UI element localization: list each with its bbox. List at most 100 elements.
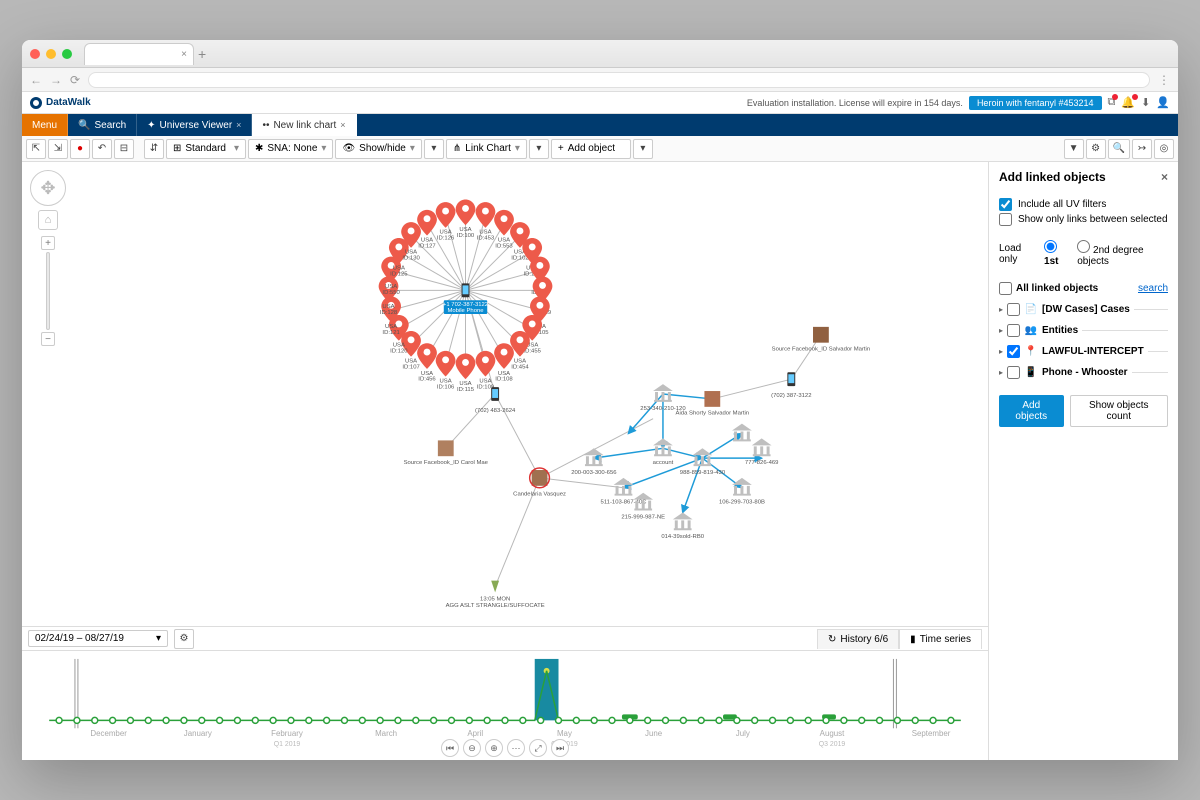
svg-text:Candelaria Vasquez: Candelaria Vasquez [513,492,566,498]
all-linked-row[interactable]: All linked objects search [999,279,1168,299]
case-node[interactable]: 13:05 MONAGG ASLT STRANGLE/SUFFOCATE [446,581,545,610]
intercept-pin[interactable]: USAID:456 [417,343,437,383]
date-range-picker[interactable]: 02/24/19 – 08/27/19▾ [28,630,168,647]
tl-zoomin-button[interactable]: ⊕ [485,739,503,757]
redo-button[interactable]: ⊟ [114,139,134,159]
minimize-window-icon[interactable] [46,49,56,59]
view-select[interactable]: ⋔Link Chart▾ [446,139,527,159]
cat-lawful-intercept[interactable]: ▸📍LAWFUL-INTERCEPT [999,341,1168,362]
universe-viewer-tab[interactable]: ✦Universe Viewer× [137,114,252,136]
link-chart-canvas[interactable]: ⌂ + − [22,162,988,626]
notifications-icon[interactable]: 🔔 [1121,96,1135,109]
main-menu-bar: Menu 🔍Search ✦Universe Viewer× ••New lin… [22,114,1178,136]
plus-icon: + [558,143,564,154]
phone-node[interactable]: (702) 483-2624 [475,387,516,414]
intercept-pin[interactable]: USAID:128 [379,277,399,317]
target-button[interactable]: ◎ [1154,139,1174,159]
export-button[interactable]: ⇱ [26,139,46,159]
close-window-icon[interactable] [30,49,40,59]
sna-select[interactable]: ✱SNA: None▾ [248,139,333,159]
svg-text:ID:128: ID:128 [380,310,398,316]
search-link[interactable]: search [1138,283,1168,294]
svg-text:215-999-987-NE: 215-999-987-NE [621,514,665,520]
cat-entities[interactable]: ▸👥Entities [999,320,1168,341]
search-icon: 🔍 [78,120,90,131]
add-object-button[interactable]: +Add object [551,139,631,159]
date-settings-button[interactable]: ⚙ [174,629,194,649]
person-node[interactable]: Source Facebook_ID Carol Mae [404,440,489,466]
phone-node[interactable]: (702) 387-3122 [771,372,811,399]
tl-last-button[interactable]: ⏭ [551,739,569,757]
caret-icon: ▸ [999,326,1003,335]
browser-menu-icon[interactable]: ⋮ [1158,73,1170,87]
degree-2-radio[interactable]: 2nd degree objects [1077,240,1168,267]
find-button[interactable]: 🔍 [1108,139,1130,159]
close-panel-icon[interactable]: × [1161,170,1168,184]
copy-icon[interactable]: ⧉ [1108,96,1116,109]
brand-bar: DataWalk Evaluation installation. Licens… [22,92,1178,114]
showhide-select[interactable]: 👁Show/hide▾ [335,139,421,159]
person-node[interactable]: Candelaria Vasquez [513,468,566,498]
tl-fit-button[interactable]: ⤢ [529,739,547,757]
address-bar[interactable] [88,72,1150,88]
hierarchy-button[interactable]: ⇵ [144,139,164,159]
view-dd[interactable]: ▾ [529,139,549,159]
context-badge[interactable]: Heroin with fentanyl #453214 [969,96,1102,110]
universe-icon: ✦ [147,120,155,131]
expand-button[interactable]: ↣ [1132,139,1152,159]
tl-zoomout-button[interactable]: ⊖ [463,739,481,757]
close-icon[interactable]: × [340,120,345,130]
intercept-pin[interactable]: USAID:108 [494,343,514,383]
intercept-pin[interactable]: USAID:115 [456,354,476,394]
import-button[interactable]: ⇲ [48,139,68,159]
tl-more-button[interactable]: ⋯ [507,739,525,757]
settings-button[interactable]: ⚙ [1086,139,1106,159]
reload-icon[interactable]: ⟳ [70,73,80,87]
intercept-pin[interactable]: USAID:453 [476,202,496,242]
show-only-links-checkbox[interactable]: Show only links between selected [999,213,1168,226]
window-titlebar: × + [22,40,1178,68]
svg-text:ID:121: ID:121 [382,330,399,336]
cat-cases[interactable]: ▸📄[DW Cases] Cases [999,299,1168,320]
filter-button[interactable]: ▼ [1064,139,1084,159]
close-tab-icon[interactable]: × [181,49,187,60]
person-node[interactable]: Aida Shorty Salvador Martin [676,391,750,417]
person-node[interactable]: Source Facebook_ID Salvador Martin [772,327,870,353]
forward-icon[interactable]: → [50,73,62,87]
showhide-dd[interactable]: ▾ [424,139,444,159]
link-chart-tab[interactable]: ••New link chart× [252,114,356,136]
cat-phone[interactable]: ▸📱Phone - Whooster [999,362,1168,383]
new-tab-button[interactable]: + [198,46,206,62]
undo-button[interactable]: ↶ [92,139,112,159]
add-objects-button[interactable]: Add objects [999,395,1064,427]
svg-text:ID:130: ID:130 [402,256,420,262]
intercept-pin[interactable]: USAID:100 [456,200,476,240]
intercept-pin[interactable]: USAID:106 [436,351,456,391]
intercept-pin[interactable]: USAID:126 [436,202,456,242]
close-icon[interactable]: × [236,120,241,130]
degree-1-radio[interactable]: 1st [1044,240,1071,267]
browser-tab[interactable]: × [84,43,194,65]
intercept-pin[interactable]: USAID:109 [476,351,496,391]
eye-icon: 👁 [342,143,355,154]
timeseries-tab[interactable]: ▮Time series [899,629,982,649]
user-icon[interactable]: 👤 [1156,96,1170,109]
download-icon[interactable]: ⬇ [1141,96,1150,109]
menu-button[interactable]: Menu [22,114,68,136]
svg-text:ID:100: ID:100 [457,233,475,239]
add-object-dd[interactable]: ▾ [633,139,653,159]
timeline-panel[interactable]: December January February March April Ma… [22,650,988,760]
svg-text:200-003-300-656: 200-003-300-656 [571,470,617,476]
show-count-button[interactable]: Show objects count [1070,395,1168,427]
history-tab[interactable]: ↻History 6/6 [817,629,899,649]
maximize-window-icon[interactable] [62,49,72,59]
search-tab[interactable]: 🔍Search [68,114,137,136]
back-icon[interactable]: ← [30,73,42,87]
svg-text:ID:456: ID:456 [418,377,436,383]
timeline-header: 02/24/19 – 08/27/19▾ ⚙ ↻History 6/6 ▮Tim… [22,626,988,650]
tl-first-button[interactable]: ⏮ [441,739,459,757]
sna-icon: ✱ [255,143,263,154]
record-button[interactable]: ● [70,139,90,159]
include-uv-checkbox[interactable]: Include all UV filters [999,198,1168,211]
layout-select[interactable]: ⊞Standard▾ [166,139,246,159]
